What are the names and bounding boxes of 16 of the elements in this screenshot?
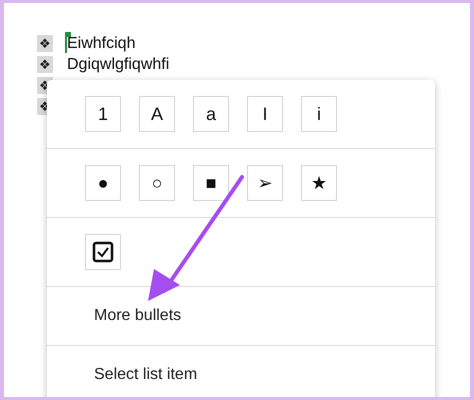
bullet-option[interactable]: ★	[301, 165, 337, 201]
numbering-option[interactable]: 1	[85, 96, 121, 132]
numbering-option[interactable]: i	[301, 96, 337, 132]
list-item-text: Dgiqwlgfiqwhfi	[67, 56, 170, 74]
bullet-option[interactable]: ■	[193, 165, 229, 201]
bullet-option[interactable]: ○	[139, 165, 175, 201]
bullet-marker: ❖	[37, 35, 53, 52]
bullet-marker: ❖	[37, 56, 53, 73]
numbering-option[interactable]: A	[139, 96, 175, 132]
bullet-option[interactable]: ➢	[247, 165, 283, 201]
menu-item[interactable]: Select list item	[47, 346, 435, 397]
checklist-option[interactable]	[85, 234, 121, 270]
bullet-option[interactable]: ●	[85, 165, 121, 201]
numbering-option[interactable]: I	[247, 96, 283, 132]
list-item-text: Eiwhfciqh	[67, 34, 136, 52]
numbering-option[interactable]: a	[193, 96, 229, 132]
